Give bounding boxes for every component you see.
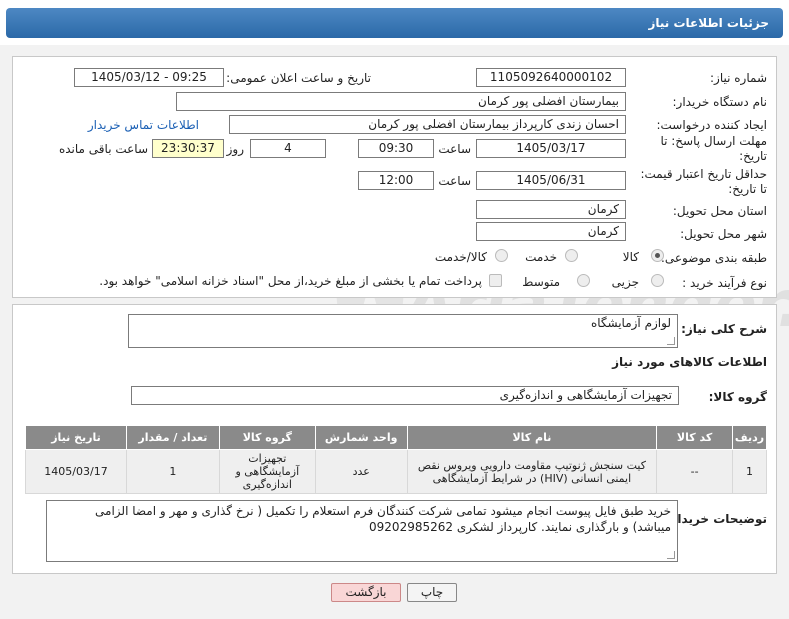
remaining-label: ساعت باقی مانده <box>58 142 148 156</box>
resize-handle-icon[interactable] <box>667 337 675 345</box>
deadline-date-field: 1405/03/17 <box>476 139 626 158</box>
deadline-time-field: 09:30 <box>358 139 434 158</box>
col-qty: تعداد / مقدار <box>126 425 220 450</box>
cell-name: کیت سنجش ژنوتیپ مقاومت دارویی ویروس نقص … <box>406 449 658 494</box>
cell-row: 1 <box>732 449 767 494</box>
requester-field: احسان زندی کارپرداز بیمارستان افضلی پور … <box>229 115 626 134</box>
col-date: تاریخ نیاز <box>25 425 127 450</box>
group-field: تجهیزات آزمایشگاهی و اندازه‌گیری <box>131 386 679 405</box>
col-name: نام کالا <box>406 425 658 450</box>
province-label: استان محل تحویل: <box>672 204 767 218</box>
validity-time-label: ساعت <box>438 174 471 188</box>
city-label: شهر محل تحویل: <box>680 227 767 241</box>
deadline-label: مهلت ارسال پاسخ: تا تاریخ: <box>660 134 767 163</box>
back-button[interactable]: بازگشت <box>331 583 401 602</box>
buyer-org-field: بیمارستان افضلی پور کرمان <box>176 92 626 111</box>
cell-unit: عدد <box>314 449 408 494</box>
cell-date: 1405/03/17 <box>25 449 127 494</box>
print-button[interactable]: چاپ <box>407 583 457 602</box>
deadline-time-label: ساعت <box>438 142 471 156</box>
summary-label: شرح کلی نیاز: <box>681 322 767 336</box>
title-bar: جزئیات اطلاعات نیاز <box>6 8 783 38</box>
payment-note: پرداخت تمام یا بخشی از مبلغ خرید،از محل … <box>99 274 482 288</box>
category-option-goods: کالا <box>622 250 639 264</box>
buyer-org-label: نام دستگاه خریدار: <box>672 95 768 109</box>
validity-time-field: 12:00 <box>358 171 434 190</box>
summary-textarea[interactable]: لوازم آزمایشگاه <box>128 314 678 348</box>
process-label: نوع فرآیند خرید : <box>682 276 767 290</box>
col-code: کد کالا <box>656 425 734 450</box>
treasury-checkbox[interactable] <box>489 274 502 287</box>
buyer-contact-link[interactable]: اطلاعات تماس خریدار <box>88 118 199 132</box>
announce-label: تاریخ و ساعت اعلان عمومی: <box>226 71 371 85</box>
category-radio-service[interactable] <box>565 249 578 262</box>
cell-code: -- <box>656 449 734 494</box>
category-radio-goods[interactable] <box>651 249 664 262</box>
requester-label: ایجاد کننده درخواست: <box>656 118 767 132</box>
process-radio-medium[interactable] <box>577 274 590 287</box>
category-label: طبقه بندی موضوعی: <box>660 251 767 265</box>
goods-info-title: اطلاعات کالاهای مورد نیاز <box>612 355 767 369</box>
col-unit: واحد شمارش <box>314 425 408 450</box>
need-number-label: شماره نیاز: <box>710 71 767 85</box>
province-field: کرمان <box>476 200 626 219</box>
days-field: 4 <box>250 139 326 158</box>
process-option-medium: متوسط <box>522 275 560 289</box>
process-radio-minor[interactable] <box>651 274 664 287</box>
table-header-row: ردیف کد کالا نام کالا واحد شمارش گروه کا… <box>25 425 767 450</box>
need-number-field: 1105092640000102 <box>476 68 626 87</box>
items-table: ردیف کد کالا نام کالا واحد شمارش گروه کا… <box>25 425 767 494</box>
buyer-notes-label: توضیحات خریدار: <box>665 512 767 526</box>
category-option-service: خدمت <box>525 250 557 264</box>
resize-handle-icon[interactable] <box>667 551 675 559</box>
page-title: جزئیات اطلاعات نیاز <box>648 16 769 30</box>
summary-text: لوازم آزمایشگاه <box>590 316 671 330</box>
group-label: گروه کالا: <box>708 390 767 404</box>
remaining-time-field: 23:30:37 <box>152 139 224 158</box>
process-option-minor: جزیی <box>611 275 639 289</box>
city-field: کرمان <box>476 222 626 241</box>
table-row: 1 -- کیت سنجش ژنوتیپ مقاومت دارویی ویروس… <box>25 449 767 494</box>
col-group: گروه کالا <box>218 425 316 450</box>
validity-label: حداقل تاریخ اعتبار قیمت: تا تاریخ: <box>640 167 767 196</box>
category-radio-both[interactable] <box>495 249 508 262</box>
cell-qty: 1 <box>126 449 220 494</box>
col-row: ردیف <box>732 425 767 450</box>
buyer-notes-textarea[interactable]: خرید طبق فایل پیوست انجام میشود تمامی شر… <box>46 500 678 562</box>
validity-date-field: 1405/06/31 <box>476 171 626 190</box>
top-area: جزئیات اطلاعات نیاز <box>0 0 789 45</box>
buyer-notes-text: خرید طبق فایل پیوست انجام میشود تمامی شر… <box>95 504 671 534</box>
category-option-both: کالا/خدمت <box>434 250 487 264</box>
announce-field: 1405/03/12 - 09:25 <box>74 68 224 87</box>
cell-group: تجهیزات آزمایشگاهی و اندازه‌گیری <box>218 449 316 494</box>
